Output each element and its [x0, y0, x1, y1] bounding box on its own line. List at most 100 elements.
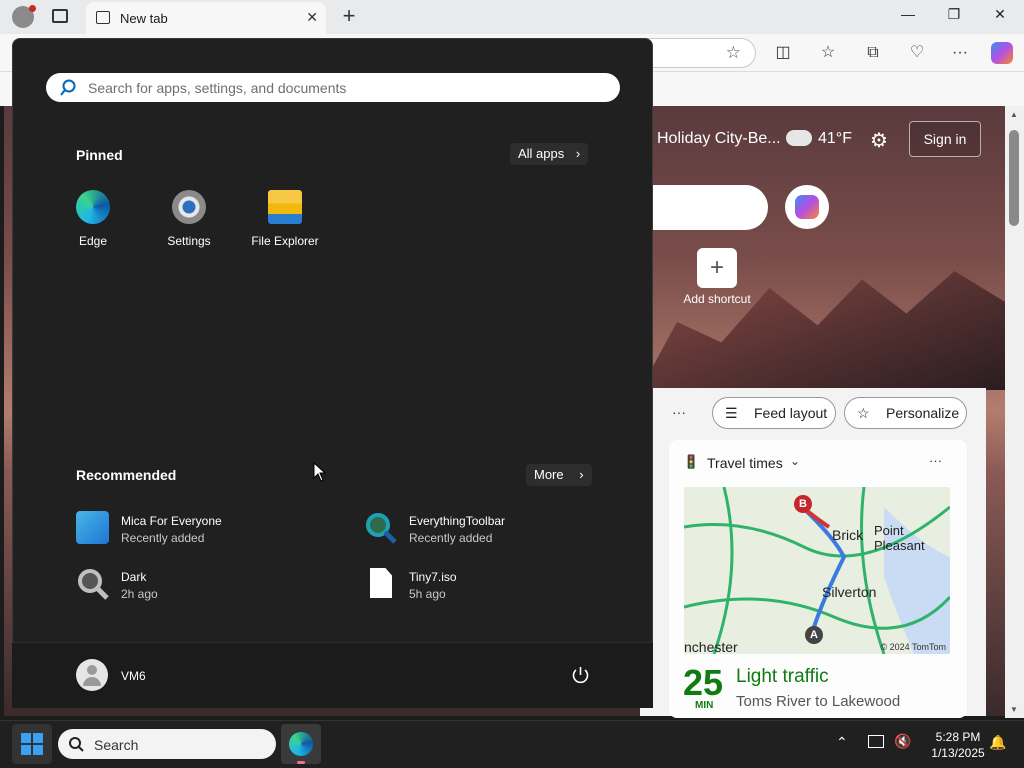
recommended-item[interactable]: EverythingToolbar Recently added — [364, 510, 624, 546]
recommended-name: Mica For Everyone — [121, 514, 222, 528]
travel-route: Toms River to Lakewood — [736, 693, 901, 710]
clock-date: 1/13/2025 — [931, 746, 985, 760]
recommended-item[interactable]: Tiny7.iso 5h ago — [364, 566, 624, 602]
more-options-icon[interactable]: ··· — [949, 42, 971, 64]
all-apps-label: All apps — [518, 146, 565, 161]
folder-icon — [268, 190, 302, 224]
profile-icon[interactable] — [12, 5, 36, 28]
map-marker-b: B — [794, 495, 812, 513]
recommended-name: Tiny7.iso — [409, 570, 457, 584]
windows-logo-icon-part — [33, 745, 43, 755]
taskbar-edge-button[interactable] — [281, 724, 321, 764]
chevron-down-icon[interactable]: ⌄ — [790, 454, 800, 468]
all-apps-button[interactable]: All apps › — [510, 143, 589, 165]
recommended-name: Dark — [121, 570, 147, 584]
copilot-icon[interactable] — [991, 42, 1013, 64]
scroll-down-icon[interactable]: ▼ — [1010, 705, 1018, 714]
new-tab-button[interactable]: + — [338, 3, 360, 29]
browser-essentials-icon[interactable]: ♡ — [906, 42, 928, 64]
weather-location[interactable]: Holiday City-Be... — [657, 130, 781, 148]
recommended-item[interactable]: Mica For Everyone Recently added — [76, 510, 336, 546]
feed-more-icon[interactable]: ··· — [672, 404, 686, 420]
personalize-button[interactable]: ☆ Personalize — [844, 397, 967, 429]
split-screen-icon[interactable]: ◫ — [772, 42, 794, 64]
pinned-app-settings[interactable]: Settings — [149, 190, 229, 248]
scroll-thumb[interactable] — [1009, 130, 1019, 226]
person-icon — [87, 665, 97, 675]
recommended-item[interactable]: Dark 2h ago — [76, 566, 336, 602]
tab-close-icon[interactable]: ✕ — [306, 9, 318, 26]
personalize-label: Personalize — [886, 405, 960, 421]
restore-button[interactable]: ❐ — [932, 6, 976, 28]
gear-icon — [172, 190, 206, 224]
mica-icon — [76, 511, 109, 544]
sign-in-button[interactable]: Sign in — [909, 121, 981, 157]
start-search-box[interactable] — [46, 73, 620, 102]
running-indicator — [297, 761, 305, 764]
tab-new-tab[interactable]: New tab ✕ — [86, 2, 326, 34]
favorite-star-icon[interactable]: ☆ — [726, 43, 741, 63]
copilot-button[interactable] — [785, 185, 829, 229]
minimize-button[interactable]: — — [886, 6, 930, 28]
power-icon[interactable] — [571, 666, 590, 685]
pinned-app-edge[interactable]: Edge — [53, 190, 133, 248]
tab-actions-icon[interactable] — [52, 9, 68, 23]
volume-muted-icon[interactable]: 🔇 — [894, 733, 911, 750]
travel-card-title[interactable]: Travel times — [707, 455, 783, 471]
edge-icon — [289, 732, 313, 756]
search-icon — [60, 79, 76, 96]
traffic-map[interactable]: B A Brick Point Pleasant Silverton nches… — [684, 487, 950, 654]
user-avatar[interactable] — [76, 659, 108, 691]
pinned-app-file-explorer[interactable]: File Explorer — [245, 190, 325, 248]
tab-title: New tab — [120, 11, 168, 26]
add-shortcut-button[interactable]: + — [697, 248, 737, 288]
feed-layout-label: Feed layout — [754, 405, 828, 421]
notification-dot-icon — [29, 5, 36, 12]
collections-icon[interactable]: ⧉ — [862, 42, 884, 64]
traffic-status: Light traffic — [736, 666, 829, 687]
magnifier-icon — [78, 569, 109, 600]
start-button[interactable] — [12, 724, 52, 764]
minutes-unit: MIN — [695, 700, 714, 711]
traffic-light-icon: 🚦 — [683, 454, 700, 469]
card-more-icon[interactable]: ··· — [929, 453, 942, 468]
search-icon — [69, 737, 84, 752]
pinned-app-label: File Explorer — [251, 234, 319, 248]
scroll-up-icon[interactable]: ▲ — [1010, 110, 1018, 119]
taskbar-search-label: Search — [94, 737, 139, 753]
feed-layout-button[interactable]: ☰ Feed layout — [712, 397, 836, 429]
windows-logo-icon-part — [21, 745, 31, 755]
recommended-name: EverythingToolbar — [409, 514, 506, 528]
network-icon[interactable] — [868, 735, 884, 748]
file-icon — [370, 568, 392, 598]
taskbar-search[interactable]: Search — [58, 729, 276, 759]
recommended-subtitle: 2h ago — [121, 587, 158, 601]
close-window-button[interactable]: ✕ — [978, 6, 1022, 28]
settings-gear-icon[interactable]: ⚙ — [870, 128, 888, 153]
more-button[interactable]: More › — [526, 464, 592, 486]
mouse-cursor-icon — [313, 462, 327, 482]
notifications-bell-icon[interactable]: 🔔 — [989, 734, 1006, 751]
weather-temperature[interactable]: 41°F — [818, 130, 852, 148]
map-label-silverton: Silverton — [822, 584, 877, 600]
sliders-icon: ☰ — [725, 405, 738, 421]
start-search-input[interactable] — [88, 78, 608, 97]
recommended-subtitle: Recently added — [121, 531, 205, 545]
edge-icon — [76, 190, 110, 224]
copilot-logo-icon — [795, 195, 819, 219]
map-label-point-pleasant: Point Pleasant — [874, 523, 925, 553]
travel-minutes: 25 — [683, 662, 724, 703]
chevron-right-icon: › — [579, 467, 584, 482]
recommended-heading: Recommended — [76, 467, 177, 483]
person-body-icon — [83, 677, 101, 686]
favorites-icon[interactable]: ☆ — [817, 42, 839, 64]
user-name[interactable]: VM6 — [121, 669, 146, 683]
address-bar[interactable]: ☆ — [640, 38, 756, 68]
windows-logo-icon — [21, 733, 31, 743]
taskbar-clock[interactable]: 5:28 PM 1/13/2025 — [918, 729, 998, 761]
pinned-heading: Pinned — [76, 147, 123, 163]
add-shortcut-label: Add shortcut — [683, 292, 751, 306]
pinned-app-label: Edge — [78, 234, 108, 248]
show-hidden-icons-chevron-icon[interactable]: ⌃ — [836, 734, 848, 751]
map-credit: © 2024 TomTom — [880, 642, 947, 652]
